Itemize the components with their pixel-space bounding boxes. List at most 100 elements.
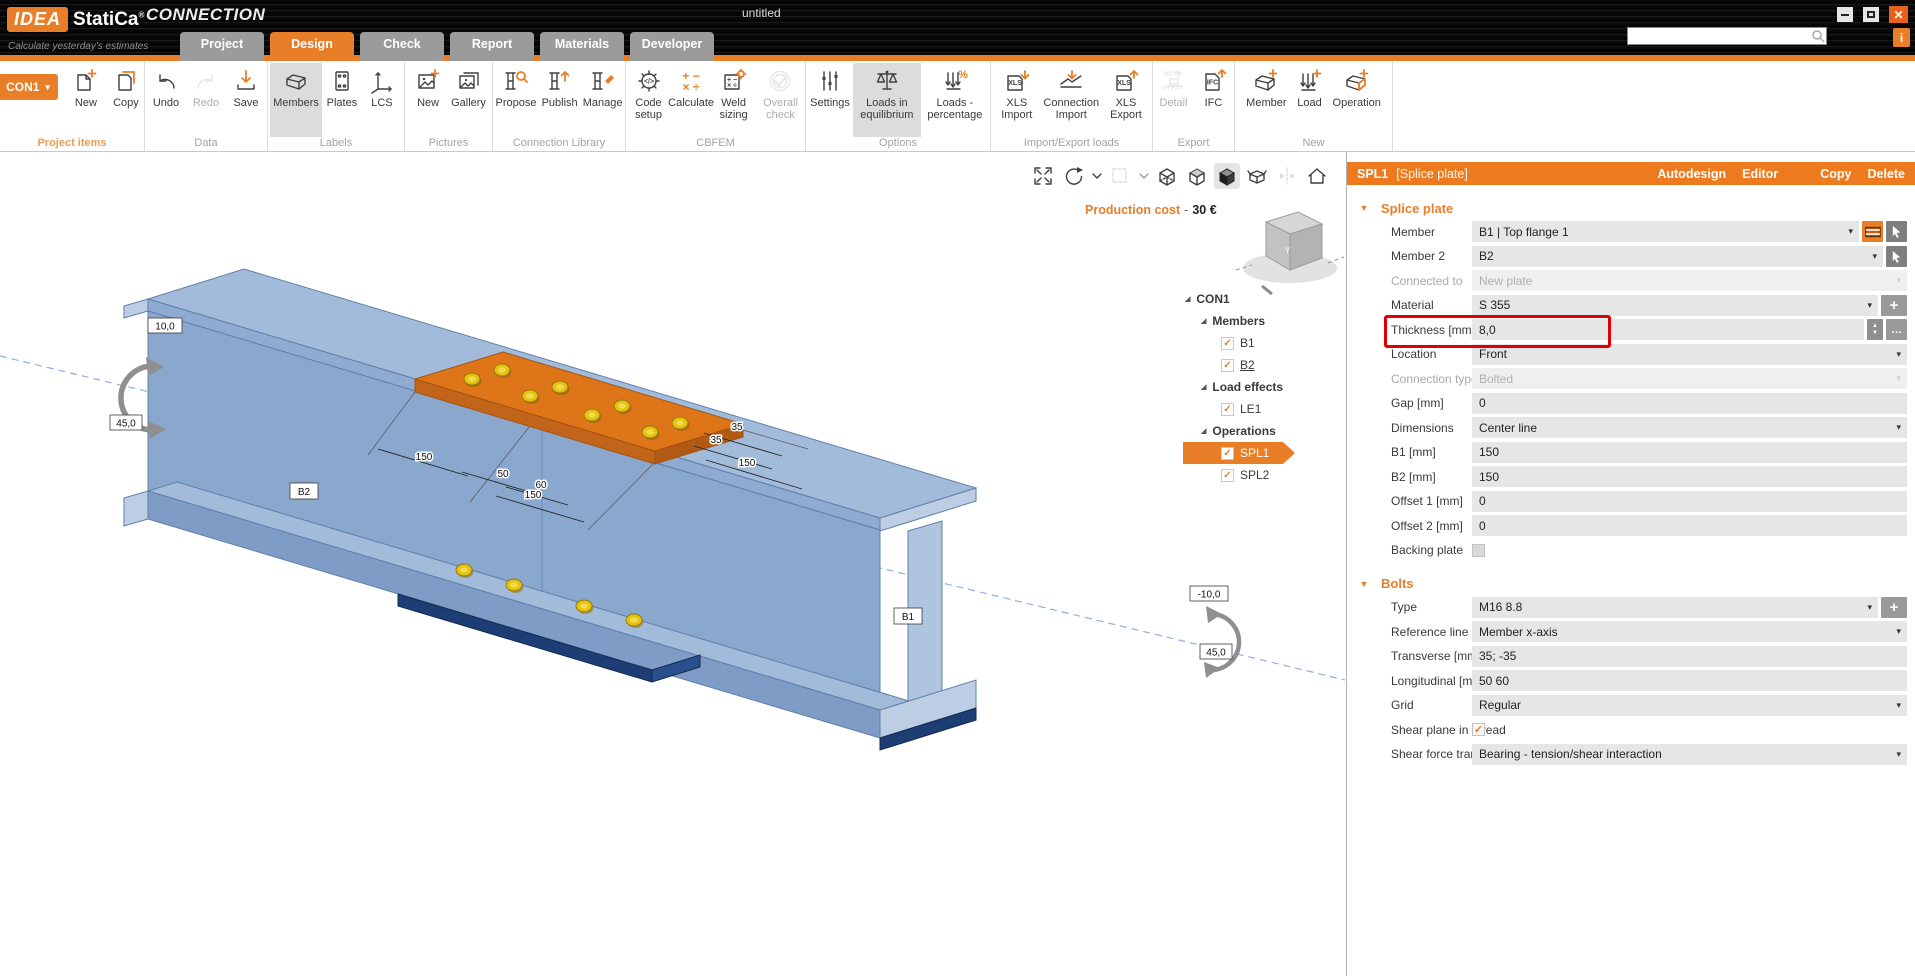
visibility-checkbox[interactable]: ✓ <box>1221 403 1234 416</box>
beam-solid[interactable] <box>124 269 976 750</box>
dropdown-type[interactable]: M16 8.8▾ <box>1472 597 1878 618</box>
collapse-arrow-icon[interactable]: ▼ <box>1347 579 1381 589</box>
expand-arrow-icon[interactable]: ◢ <box>1201 317 1206 325</box>
ribbon-button-loads-in-equilibrium[interactable]: Loads in equilibrium <box>853 63 921 137</box>
tab-project[interactable]: Project <box>180 32 264 61</box>
tree-item-load-effects[interactable]: ◢Load effects <box>1183 376 1341 398</box>
home-icon[interactable] <box>1304 163 1330 189</box>
ribbon-button-members[interactable]: Members <box>270 63 322 137</box>
cube-half-icon[interactable] <box>1184 163 1210 189</box>
ribbon-button-new[interactable]: New <box>66 63 106 137</box>
chevron-down-icon[interactable]: ▾ <box>1896 700 1904 711</box>
tree-item-members[interactable]: ◢Members <box>1183 310 1341 332</box>
chevron-down-icon[interactable]: ▾ <box>1872 251 1880 262</box>
tree-item-b1[interactable]: ✓B1 <box>1183 332 1341 354</box>
ribbon-button-new[interactable]: New <box>408 63 448 137</box>
ribbon-button-loads-percentage[interactable]: %Loads - percentage <box>921 63 989 137</box>
input-transverse-mm[interactable]: 35; -35 <box>1472 646 1907 667</box>
delete-button[interactable]: Delete <box>1867 167 1905 181</box>
ribbon-button-copy[interactable]: Copy <box>106 63 146 137</box>
ribbon-button-gallery[interactable]: Gallery <box>448 63 489 137</box>
chevron-down-icon[interactable]: ▾ <box>1896 349 1904 360</box>
tab-report[interactable]: Report <box>450 32 534 61</box>
chevron-down-icon[interactable]: ▾ <box>1896 422 1904 433</box>
dropdown-shear-force-transfer[interactable]: Bearing - tension/shear interaction▾ <box>1472 744 1907 765</box>
visibility-checkbox[interactable]: ✓ <box>1221 359 1234 372</box>
ribbon-button-member[interactable]: Member <box>1243 63 1289 137</box>
tree-item-spl1[interactable]: ✓SPL1 <box>1183 442 1295 464</box>
flange-select-button[interactable] <box>1862 221 1883 242</box>
ribbon-button-weld-sizing[interactable]: + −× ÷Weld sizing <box>711 63 756 137</box>
input-offset-2-mm[interactable]: 0 <box>1472 515 1907 536</box>
tab-design[interactable]: Design <box>270 32 354 61</box>
active-connection-selector[interactable]: CON1▾ <box>0 74 58 100</box>
ribbon-button-connection-import[interactable]: Connection Import <box>1043 63 1100 137</box>
ribbon-button-save[interactable]: Save <box>226 63 266 137</box>
search-box[interactable] <box>1627 27 1827 45</box>
dropdown-member[interactable]: B1 | Top flange 1▾ <box>1472 221 1859 242</box>
add-new-button[interactable]: + <box>1881 295 1907 316</box>
ribbon-button-lcs[interactable]: LCS <box>362 63 402 137</box>
tab-check[interactable]: Check <box>360 32 444 61</box>
collapse-arrow-icon[interactable]: ▼ <box>1347 203 1381 213</box>
minimize-icon[interactable] <box>1837 7 1853 22</box>
tab-developer[interactable]: Developer <box>630 32 714 61</box>
pick-in-scene-button[interactable] <box>1886 246 1907 267</box>
section-title-bolts[interactable]: ▼Bolts <box>1347 575 1915 593</box>
rotate-icon[interactable] <box>1060 163 1086 189</box>
ribbon-button-code-setup[interactable]: </>Code setup <box>626 63 671 137</box>
expand-arrow-icon[interactable]: ◢ <box>1185 295 1190 303</box>
input-offset-1-mm[interactable]: 0 <box>1472 491 1907 512</box>
ribbon-button-propose[interactable]: Propose <box>493 63 539 137</box>
expand-arrow-icon[interactable]: ◢ <box>1201 427 1206 435</box>
visibility-checkbox[interactable]: ✓ <box>1221 469 1234 482</box>
ribbon-button-operation[interactable]: Operation <box>1330 63 1384 137</box>
orientation-cube[interactable]: Y <box>1236 212 1344 294</box>
value-spinner[interactable]: ▲▼ <box>1867 319 1883 340</box>
dropdown-member-2[interactable]: B2▾ <box>1472 246 1883 267</box>
ribbon-button-plates[interactable]: Plates <box>322 63 362 137</box>
visibility-checkbox[interactable]: ✓ <box>1221 447 1234 460</box>
checkbox-backing-plate[interactable] <box>1472 544 1485 557</box>
chevron-down-icon[interactable]: ▾ <box>1867 300 1875 311</box>
ribbon-button-xls-import[interactable]: XLSXLS Import <box>991 63 1043 137</box>
ribbon-button-load[interactable]: Load <box>1290 63 1330 137</box>
editor-button[interactable]: Editor <box>1742 167 1778 181</box>
maximize-icon[interactable] <box>1863 7 1879 22</box>
ribbon-button-xls-export[interactable]: XLSXLS Export <box>1100 63 1152 137</box>
cube-solid-icon[interactable] <box>1214 163 1240 189</box>
tab-materials[interactable]: Materials <box>540 32 624 61</box>
tree-item-con1[interactable]: ◢CON1 <box>1183 288 1341 310</box>
ribbon-button-ifc[interactable]: IFCIFC <box>1194 63 1234 137</box>
input-b2-mm[interactable]: 150 <box>1472 466 1907 487</box>
section-title-splice-plate[interactable]: ▼Splice plate <box>1347 199 1915 217</box>
close-icon[interactable]: ✕ <box>1889 6 1908 23</box>
input-thickness-mm[interactable]: 8,0 <box>1472 319 1864 340</box>
dropdown-dimensions[interactable]: Center line▾ <box>1472 417 1907 438</box>
checkbox-shear-plane-in-thread[interactable]: ✓ <box>1472 723 1485 736</box>
visibility-checkbox[interactable]: ✓ <box>1221 337 1234 350</box>
add-new-button[interactable]: + <box>1881 597 1907 618</box>
ribbon-button-publish[interactable]: Publish <box>539 63 580 137</box>
info-icon[interactable]: i <box>1893 28 1910 47</box>
fit-icon[interactable] <box>1030 163 1056 189</box>
chevron-down-icon[interactable]: ▾ <box>1867 602 1875 613</box>
input-gap-mm[interactable]: 0 <box>1472 393 1907 414</box>
cube-open-icon[interactable] <box>1244 163 1270 189</box>
tree-item-spl2[interactable]: ✓SPL2 <box>1183 464 1341 486</box>
3d-viewport[interactable]: 150 50 60 150 35 35 150 10,0 <box>0 152 1345 976</box>
tree-item-le1[interactable]: ✓LE1 <box>1183 398 1341 420</box>
copy-button[interactable]: Copy <box>1820 167 1851 181</box>
input-longitudinal-mm[interactable]: 50 60 <box>1472 670 1907 691</box>
ribbon-button-settings[interactable]: Settings <box>807 63 853 137</box>
dropdown-location[interactable]: Front▾ <box>1472 344 1907 365</box>
pick-in-scene-button[interactable] <box>1886 221 1907 242</box>
3d-scene[interactable]: 150 50 60 150 35 35 150 10,0 <box>0 152 1345 976</box>
ribbon-button-calculate[interactable]: + −× ÷Calculate <box>671 63 711 137</box>
ribbon-button-manage[interactable]: Manage <box>580 63 625 137</box>
autodesign-button[interactable]: Autodesign <box>1657 167 1726 181</box>
ribbon-button-undo[interactable]: Undo <box>146 63 186 137</box>
input-b1-mm[interactable]: 150 <box>1472 442 1907 463</box>
chevron-down-icon[interactable]: ▾ <box>1896 749 1904 760</box>
dropdown-material[interactable]: S 355▾ <box>1472 295 1878 316</box>
